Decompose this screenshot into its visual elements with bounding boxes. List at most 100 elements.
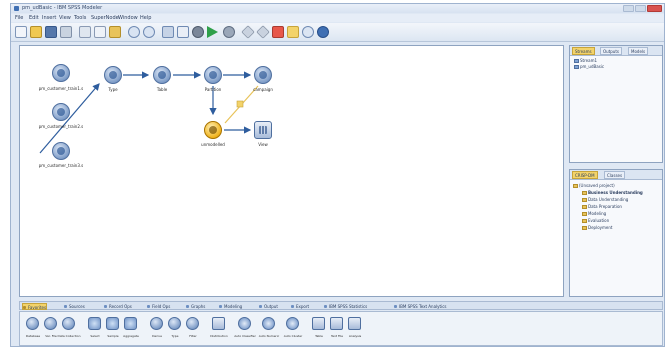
stream-canvas[interactable]: pm_customer_train1.s pm_customer_train2.… bbox=[19, 45, 564, 297]
menu-window[interactable]: Window bbox=[118, 15, 138, 21]
window-title: pm_udBasic - IBM SPSS Modeler bbox=[22, 5, 103, 11]
palette-node-type[interactable] bbox=[168, 317, 181, 330]
palette-tab-field-ops[interactable]: Field Ops bbox=[147, 303, 170, 310]
palette-tab-spss-statistics[interactable]: IBM SPSS Statistics bbox=[324, 303, 367, 310]
menu-supernode[interactable]: SuperNode bbox=[91, 15, 119, 21]
project-folder-data-preparation[interactable]: Data Preparation bbox=[582, 204, 622, 210]
save-icon[interactable] bbox=[45, 26, 57, 38]
run-icon[interactable] bbox=[207, 26, 218, 38]
tab-outputs[interactable]: Outputs bbox=[600, 47, 622, 55]
table-node[interactable] bbox=[153, 66, 171, 84]
folder-icon bbox=[582, 198, 587, 202]
source-node-2-label: pm_customer_train2.s bbox=[38, 124, 84, 129]
link-src3-type bbox=[39, 83, 100, 154]
menu-edit[interactable]: Edit bbox=[29, 15, 39, 21]
unmodelled-node[interactable] bbox=[204, 121, 222, 139]
palette-tab-output[interactable]: Output bbox=[259, 303, 278, 310]
folder-icon bbox=[582, 226, 587, 230]
palette-label: Auto Numeric bbox=[258, 334, 280, 338]
menu-bar: File Edit Insert View Tools SuperNode Wi… bbox=[11, 14, 664, 22]
preview-icon[interactable] bbox=[177, 26, 189, 38]
palette-node-sample[interactable] bbox=[106, 317, 119, 330]
zoom-out-icon[interactable] bbox=[302, 26, 314, 38]
zoom-in-icon[interactable] bbox=[287, 26, 299, 38]
project-root[interactable]: (Unsaved project) bbox=[573, 183, 615, 189]
application-window: pm_udBasic - IBM SPSS Modeler File Edit … bbox=[10, 3, 665, 347]
type-node-label: Type bbox=[108, 87, 118, 92]
folder-icon bbox=[582, 191, 587, 195]
palette-tab-record-ops[interactable]: Record Ops bbox=[104, 303, 132, 310]
palette-label: Derive bbox=[152, 334, 162, 338]
run-selection-icon[interactable] bbox=[223, 26, 235, 38]
menu-view[interactable]: View bbox=[59, 15, 71, 21]
palette-label: Data Collection bbox=[57, 334, 81, 338]
palette-node-var-file[interactable] bbox=[44, 317, 57, 330]
palette-tab-text-analytics[interactable]: IBM SPSS Text Analytics bbox=[394, 303, 446, 310]
palette-tab-favorites[interactable]: Favorites bbox=[22, 303, 48, 310]
palette-node-table[interactable] bbox=[312, 317, 325, 330]
paste-icon[interactable] bbox=[109, 26, 121, 38]
partition-node[interactable] bbox=[204, 66, 222, 84]
favorite-icon[interactable] bbox=[241, 25, 255, 39]
project-folder-modeling[interactable]: Modeling bbox=[582, 211, 606, 217]
new-stream-icon[interactable] bbox=[15, 26, 27, 38]
source-node-1[interactable] bbox=[52, 64, 70, 82]
minimize-button[interactable] bbox=[623, 5, 634, 12]
tab-classes[interactable]: Classes bbox=[604, 171, 626, 179]
undo-icon[interactable] bbox=[128, 26, 140, 38]
palette-node-filter[interactable] bbox=[186, 317, 199, 330]
palette-node-text-file[interactable] bbox=[330, 317, 343, 330]
menu-tools[interactable]: Tools bbox=[74, 15, 86, 21]
palette-node-distribution[interactable] bbox=[212, 317, 225, 330]
palette-node-select[interactable] bbox=[88, 317, 101, 330]
menu-file[interactable]: File bbox=[15, 15, 23, 21]
palette-node-derive[interactable] bbox=[150, 317, 163, 330]
managers-panel: Streams Outputs Models Stream1 pm_udBasi… bbox=[569, 45, 663, 163]
redo-icon[interactable] bbox=[143, 26, 155, 38]
palette-tab-modeling[interactable]: Modeling bbox=[219, 303, 242, 310]
palette-tab-graphs[interactable]: Graphs bbox=[186, 303, 205, 310]
copy-icon[interactable] bbox=[94, 26, 106, 38]
project-folder-deployment[interactable]: Deployment bbox=[582, 225, 612, 231]
maximize-button[interactable] bbox=[635, 5, 646, 12]
palette-label: Sample bbox=[107, 334, 119, 338]
palette-node-auto-classifier[interactable] bbox=[238, 317, 251, 330]
stream-item-2[interactable]: pm_udBasic bbox=[574, 64, 604, 70]
folder-icon bbox=[573, 184, 578, 188]
view-node-label: View bbox=[258, 142, 268, 147]
tab-streams[interactable]: Streams bbox=[572, 47, 595, 55]
insert-supernode-icon[interactable] bbox=[272, 26, 284, 38]
palette-tab-export[interactable]: Export bbox=[291, 303, 309, 310]
open-icon[interactable] bbox=[30, 26, 42, 38]
palette-label: Distribution bbox=[210, 334, 228, 338]
app-icon bbox=[14, 6, 19, 11]
close-button[interactable] bbox=[647, 5, 662, 12]
print-icon[interactable] bbox=[60, 26, 72, 38]
folder-icon bbox=[582, 212, 587, 216]
menu-help[interactable]: Help bbox=[140, 15, 151, 21]
palette-tab-sources[interactable]: Sources bbox=[64, 303, 85, 310]
favorite-2-icon[interactable] bbox=[256, 25, 270, 39]
palette-node-data-collection[interactable] bbox=[62, 317, 75, 330]
menu-insert[interactable]: Insert bbox=[42, 15, 56, 21]
palette-node-database[interactable] bbox=[26, 317, 39, 330]
type-node[interactable] bbox=[104, 66, 122, 84]
help-icon[interactable] bbox=[317, 26, 329, 38]
find-icon[interactable] bbox=[162, 26, 174, 38]
cut-icon[interactable] bbox=[79, 26, 91, 38]
palette-node-auto-cluster[interactable] bbox=[286, 317, 299, 330]
project-folder-data-understanding[interactable]: Data Understanding bbox=[582, 197, 628, 203]
project-folder-evaluation[interactable]: Evaluation bbox=[582, 218, 609, 224]
stop-icon[interactable] bbox=[192, 26, 204, 38]
view-node[interactable] bbox=[254, 121, 272, 139]
stream-icon bbox=[574, 59, 579, 63]
tab-crisp-dm[interactable]: CRISP-DM bbox=[572, 171, 598, 179]
palette-node-auto-numeric[interactable] bbox=[262, 317, 275, 330]
tab-models[interactable]: Models bbox=[628, 47, 649, 55]
source-node-3[interactable] bbox=[52, 142, 70, 160]
project-folder-business[interactable]: Business Understanding bbox=[582, 190, 643, 196]
source-node-2[interactable] bbox=[52, 103, 70, 121]
palette-node-aggregate[interactable] bbox=[124, 317, 137, 330]
campaign-node[interactable] bbox=[254, 66, 272, 84]
palette-node-analysis[interactable] bbox=[348, 317, 361, 330]
